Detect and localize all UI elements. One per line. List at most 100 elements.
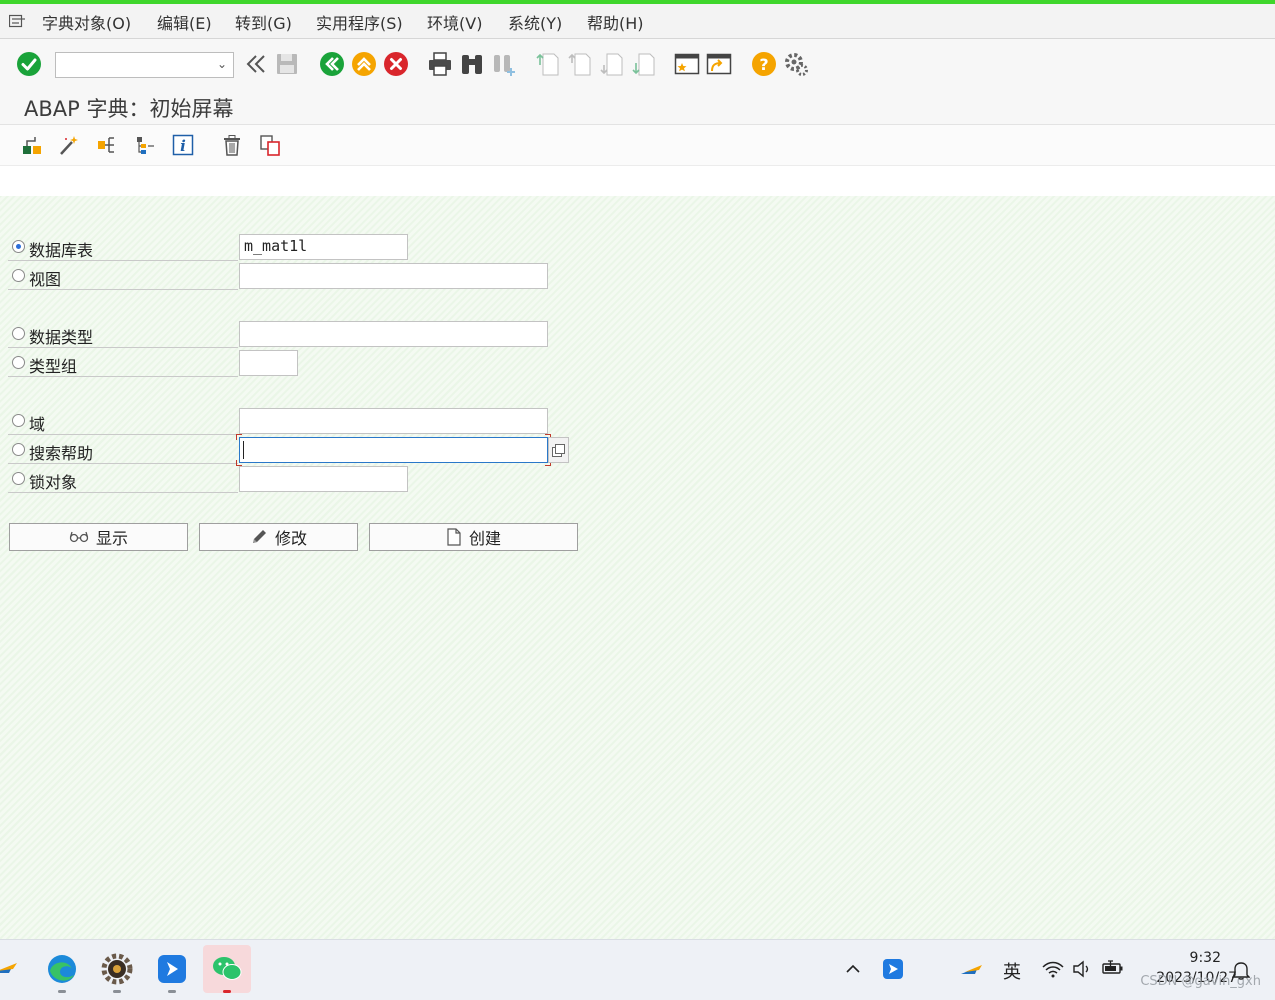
- taskbar-app-sap[interactable]: [0, 952, 22, 986]
- menu-utilities[interactable]: 实用程序(S): [316, 10, 403, 34]
- option-label: 数据库表: [29, 241, 94, 260]
- where-used-icon: [98, 137, 114, 153]
- cancel-icon: [384, 52, 408, 76]
- first-page-button[interactable]: [535, 51, 561, 77]
- create-session-button[interactable]: [674, 51, 700, 77]
- pencil-icon: [252, 530, 266, 543]
- option-label: 锁对象: [29, 473, 78, 492]
- option-label: 视图: [29, 270, 62, 289]
- taskbar-app-feishu[interactable]: [155, 952, 189, 986]
- sap-logon-icon: [0, 963, 17, 973]
- save-button[interactable]: [274, 51, 300, 77]
- running-indicator: [113, 990, 121, 993]
- notification-bell-icon[interactable]: [1232, 960, 1250, 980]
- shortcut-button[interactable]: [706, 51, 732, 77]
- next-page-button[interactable]: [599, 51, 625, 77]
- delete-button[interactable]: [220, 133, 244, 157]
- find-next-button[interactable]: [491, 51, 517, 77]
- divider: [8, 260, 238, 261]
- info-icon: i: [172, 134, 194, 156]
- previous-page-button[interactable]: [567, 51, 593, 77]
- menu-system[interactable]: 系统(Y): [508, 10, 562, 34]
- text-cursor: [243, 441, 244, 459]
- back-button[interactable]: [319, 51, 345, 77]
- data-type-input[interactable]: [239, 321, 548, 347]
- running-indicator: [223, 990, 231, 993]
- divider: [8, 434, 238, 435]
- show-hidden-icons-icon[interactable]: [846, 964, 860, 974]
- info-button[interactable]: i: [171, 133, 195, 157]
- wechat-icon: [213, 957, 242, 980]
- gear-icon: [785, 53, 808, 76]
- help-button[interactable]: ?: [751, 51, 777, 77]
- printer-icon: [429, 52, 451, 76]
- radio-search-help[interactable]: [12, 443, 25, 456]
- shortcut-icon: [706, 53, 732, 75]
- find-button[interactable]: [459, 51, 485, 77]
- database-table-input[interactable]: m_mat1l: [239, 234, 408, 260]
- collapse-command-button[interactable]: [243, 51, 269, 77]
- taskbar-app-wechat[interactable]: [203, 945, 251, 993]
- taskbar-app-edge[interactable]: [45, 952, 79, 986]
- chevron-down-icon[interactable]: ⌄: [217, 57, 227, 71]
- wizard-button[interactable]: [57, 133, 81, 157]
- volume-icon[interactable]: [1072, 960, 1092, 978]
- menu-goto[interactable]: 转到(G): [235, 10, 292, 34]
- menu-help[interactable]: 帮助(H): [587, 10, 644, 34]
- back-icon: [320, 52, 344, 76]
- divider: [8, 347, 238, 348]
- menu-environment[interactable]: 环境(V): [427, 10, 482, 34]
- next-page-icon: [600, 53, 623, 76]
- enter-button[interactable]: [16, 51, 42, 77]
- cancel-button[interactable]: [383, 51, 409, 77]
- input-method-indicator[interactable]: 英: [1003, 958, 1021, 984]
- other-object-button[interactable]: [20, 133, 44, 157]
- running-indicator: [168, 990, 176, 993]
- tray-messenger-icon[interactable]: [883, 959, 903, 979]
- customize-layout-button[interactable]: [783, 51, 809, 77]
- value-help-button[interactable]: [548, 437, 569, 463]
- application-toolbar: i: [0, 125, 1275, 166]
- change-button-label: 修改: [274, 529, 307, 548]
- battery-icon[interactable]: [1102, 960, 1124, 976]
- radio-view[interactable]: [12, 269, 25, 282]
- lock-object-input[interactable]: [239, 466, 408, 492]
- binoculars-icon: [462, 55, 482, 74]
- search-help-input[interactable]: [239, 437, 548, 463]
- wifi-icon[interactable]: [1042, 960, 1064, 978]
- messenger-app-icon: [158, 955, 186, 983]
- display-button[interactable]: 显示: [9, 523, 188, 551]
- taskbar-app-gear[interactable]: [100, 952, 134, 986]
- type-group-input[interactable]: [239, 350, 298, 376]
- menu-edit[interactable]: 编辑(E): [157, 10, 212, 34]
- radio-type-group[interactable]: [12, 356, 25, 369]
- print-button[interactable]: [427, 51, 453, 77]
- magic-wand-icon: [60, 136, 78, 155]
- value-help-icon: [552, 443, 565, 457]
- domain-input[interactable]: [239, 408, 548, 434]
- exit-button[interactable]: [351, 51, 377, 77]
- create-button[interactable]: 创建: [369, 523, 578, 551]
- change-button[interactable]: 修改: [199, 523, 358, 551]
- check-icon: [17, 52, 41, 76]
- last-page-button[interactable]: [631, 51, 657, 77]
- double-chevron-left-icon: [246, 55, 265, 73]
- option-label: 类型组: [29, 357, 78, 376]
- where-used-button[interactable]: [95, 133, 119, 157]
- menu-dictionary-object[interactable]: 字典对象(O): [42, 10, 131, 34]
- structure-button[interactable]: [133, 133, 157, 157]
- radio-database-table[interactable]: [12, 240, 25, 253]
- header-spacer: [0, 166, 1275, 196]
- radio-domain[interactable]: [12, 414, 25, 427]
- command-field[interactable]: ⌄: [55, 52, 234, 78]
- radio-lock-object[interactable]: [12, 472, 25, 485]
- menu-toggle-icon[interactable]: [9, 14, 26, 28]
- copy-button[interactable]: [258, 133, 282, 157]
- option-label: 搜索帮助: [29, 444, 94, 463]
- tray-sap-icon[interactable]: [961, 962, 985, 978]
- divider: [8, 463, 238, 464]
- radio-data-type[interactable]: [12, 327, 25, 340]
- clock-time[interactable]: 9:32: [1190, 950, 1221, 966]
- page-title: ABAP 字典：初始屏幕: [24, 97, 234, 121]
- view-input[interactable]: [239, 263, 548, 289]
